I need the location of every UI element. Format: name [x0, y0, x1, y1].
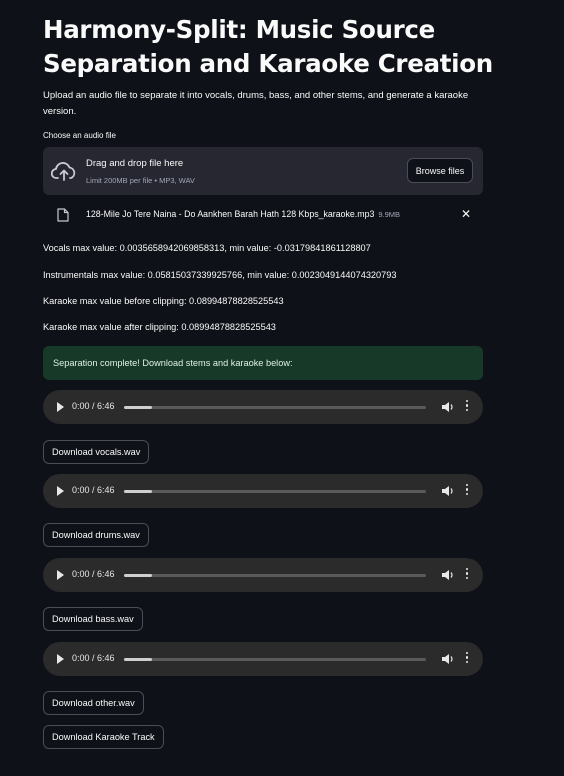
browse-files-button[interactable]: Browse files	[407, 158, 473, 183]
download-drums-button[interactable]: Download drums.wav	[43, 523, 149, 547]
download-bass-button[interactable]: Download bass.wav	[43, 607, 143, 631]
player-time: 0:00 / 6:46	[72, 653, 115, 663]
seek-fill	[124, 490, 152, 493]
seek-bar[interactable]	[124, 406, 426, 409]
player-time: 0:00 / 6:46	[72, 485, 115, 495]
page-title: Harmony-Split: Music Source Separation a…	[43, 15, 493, 78]
download-vocals-button[interactable]: Download vocals.wav	[43, 440, 150, 464]
volume-icon[interactable]	[441, 485, 455, 497]
volume-icon[interactable]	[441, 569, 455, 581]
dropzone-instructions: Drag and drop file here	[86, 158, 184, 169]
close-icon[interactable]: ✕	[460, 207, 472, 221]
audio-player-vocals[interactable]: 0:00 / 6:46	[43, 390, 483, 424]
seek-bar[interactable]	[124, 658, 426, 661]
play-icon[interactable]	[57, 570, 64, 580]
vocals-stats: Vocals max value: 0.0035658942069858313,…	[43, 243, 371, 253]
uploaded-file: 128-Mile Jo Tere Naina - Do Aankhen Bara…	[43, 203, 483, 227]
file-name-line: 128-Mile Jo Tere Naina - Do Aankhen Bara…	[86, 209, 400, 219]
instrumentals-stats: Instrumentals max value: 0.0581503733992…	[43, 270, 397, 280]
download-karaoke-button[interactable]: Download Karaoke Track	[43, 725, 164, 749]
seek-fill	[124, 574, 152, 577]
seek-bar[interactable]	[124, 490, 426, 493]
player-time: 0:00 / 6:46	[72, 401, 115, 411]
player-time: 0:00 / 6:46	[72, 569, 115, 579]
file-name: 128-Mile Jo Tere Naina - Do Aankhen Bara…	[86, 209, 375, 219]
audio-player-other[interactable]: 0:00 / 6:46	[43, 642, 483, 676]
audio-player-drums[interactable]: 0:00 / 6:46	[43, 474, 483, 508]
cloud-upload-icon	[51, 162, 76, 181]
file-dropzone[interactable]: Drag and drop file here Limit 200MB per …	[43, 147, 483, 195]
audio-player-bass[interactable]: 0:00 / 6:46	[43, 558, 483, 592]
more-vertical-icon[interactable]	[465, 484, 469, 498]
play-icon[interactable]	[57, 654, 64, 664]
file-icon	[57, 208, 69, 222]
seek-fill	[124, 658, 152, 661]
play-icon[interactable]	[57, 402, 64, 412]
karaoke-before-clipping: Karaoke max value before clipping: 0.089…	[43, 296, 284, 306]
seek-bar[interactable]	[124, 574, 426, 577]
download-other-button[interactable]: Download other.wav	[43, 691, 144, 715]
more-vertical-icon[interactable]	[465, 652, 469, 666]
seek-fill	[124, 406, 152, 409]
dropzone-limit: Limit 200MB per file • MP3, WAV	[86, 176, 195, 185]
page-description: Upload an audio file to separate it into…	[43, 90, 469, 117]
karaoke-after-clipping: Karaoke max value after clipping: 0.0899…	[43, 322, 276, 332]
uploader-label: Choose an audio file	[43, 131, 116, 140]
more-vertical-icon[interactable]	[465, 400, 469, 414]
volume-icon[interactable]	[441, 653, 455, 665]
play-icon[interactable]	[57, 486, 64, 496]
more-vertical-icon[interactable]	[465, 568, 469, 582]
success-alert: Separation complete! Download stems and …	[43, 346, 483, 380]
file-size: 9.9MB	[378, 210, 401, 219]
volume-icon[interactable]	[441, 401, 455, 413]
